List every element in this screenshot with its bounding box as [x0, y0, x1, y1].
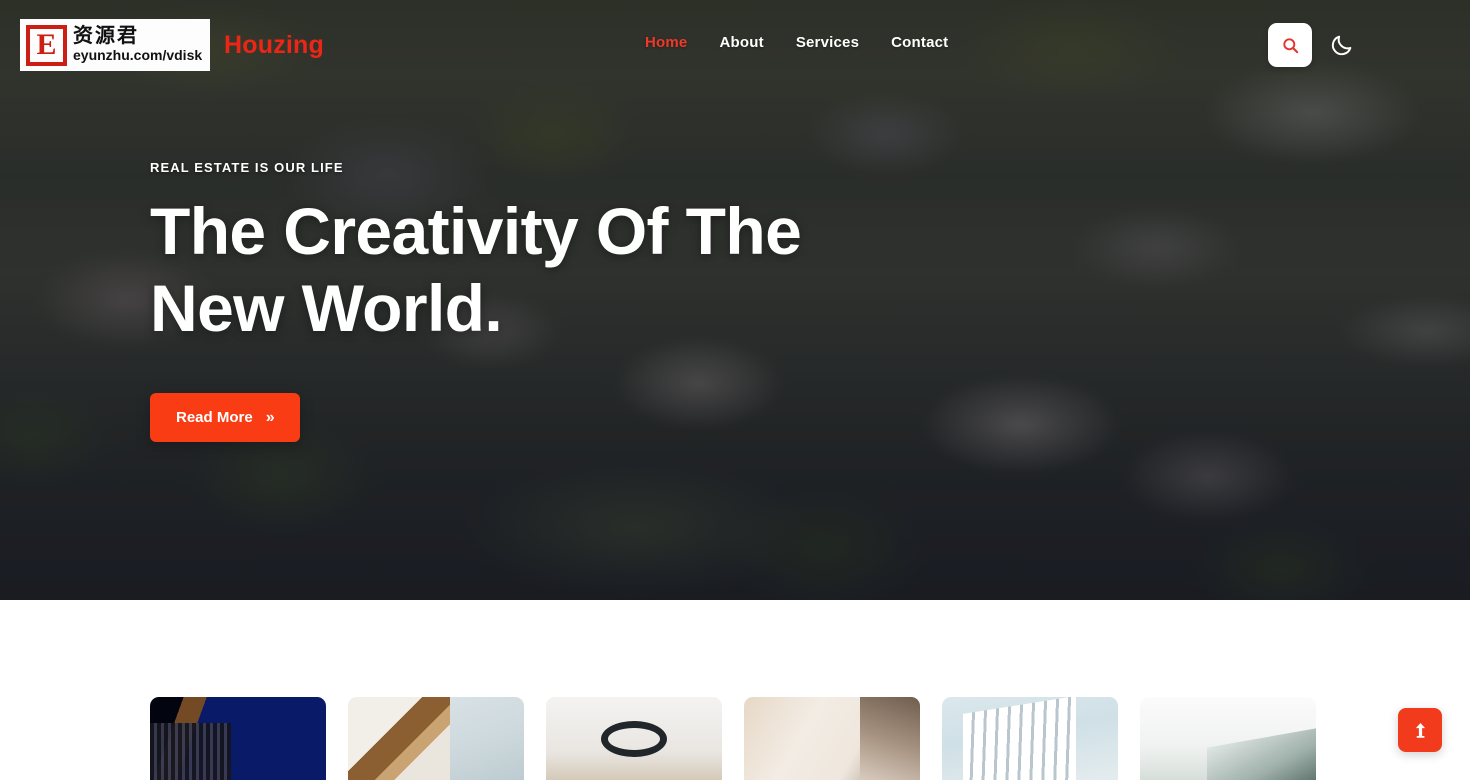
- double-chevron-right-icon: »: [265, 408, 275, 426]
- watermark-url: eyunzhu.com/vdisk: [73, 47, 203, 64]
- hero-headline-line2: New World.: [150, 270, 503, 345]
- theme-toggle-button[interactable]: [1324, 28, 1358, 62]
- page-root: Houzing E 资源君 eyunzhu.com/vdisk Home Abo…: [0, 0, 1470, 780]
- search-icon: [1282, 37, 1298, 53]
- gallery-thumbnail-4[interactable]: [744, 697, 920, 780]
- nav-link-contact[interactable]: Contact: [891, 34, 948, 51]
- search-button[interactable]: [1268, 23, 1312, 67]
- hero-content: REAL ESTATE IS OUR LIFE The Creativity O…: [150, 160, 802, 443]
- read-more-button[interactable]: Read More »: [150, 393, 300, 443]
- gallery-thumbnail-6[interactable]: [1140, 697, 1316, 780]
- navbar: Houzing E 资源君 eyunzhu.com/vdisk Home Abo…: [0, 0, 1470, 90]
- hero-headline-line1: The Creativity Of The: [150, 194, 802, 268]
- hero-eyebrow: REAL ESTATE IS OUR LIFE: [150, 160, 344, 175]
- gallery-thumbnail-5[interactable]: [942, 697, 1118, 780]
- nav-actions: [1268, 23, 1358, 67]
- brand-name[interactable]: Houzing: [224, 31, 324, 60]
- arrow-up-icon: [1415, 722, 1425, 738]
- nav-link-about[interactable]: About: [719, 34, 763, 51]
- read-more-label: Read More: [176, 409, 253, 427]
- hero-headline: The Creativity Of The New World.: [150, 193, 802, 346]
- moon-icon: [1331, 35, 1351, 55]
- watermark-text: 资源君 eyunzhu.com/vdisk: [73, 26, 202, 63]
- gallery-strip: [150, 697, 1316, 780]
- watermark-chinese: 资源君: [73, 25, 139, 48]
- watermark-logo: E 资源君 eyunzhu.com/vdisk: [20, 19, 210, 71]
- watermark-letter: E: [26, 24, 67, 66]
- nav-links: Home About Services Contact: [645, 34, 948, 51]
- nav-link-home[interactable]: Home: [645, 34, 687, 51]
- gallery-thumbnail-3[interactable]: [546, 697, 722, 780]
- scroll-to-top-button[interactable]: [1398, 708, 1442, 752]
- nav-link-services[interactable]: Services: [796, 34, 859, 51]
- gallery-thumbnail-1[interactable]: [150, 697, 326, 780]
- gallery-thumbnail-2[interactable]: [348, 697, 524, 780]
